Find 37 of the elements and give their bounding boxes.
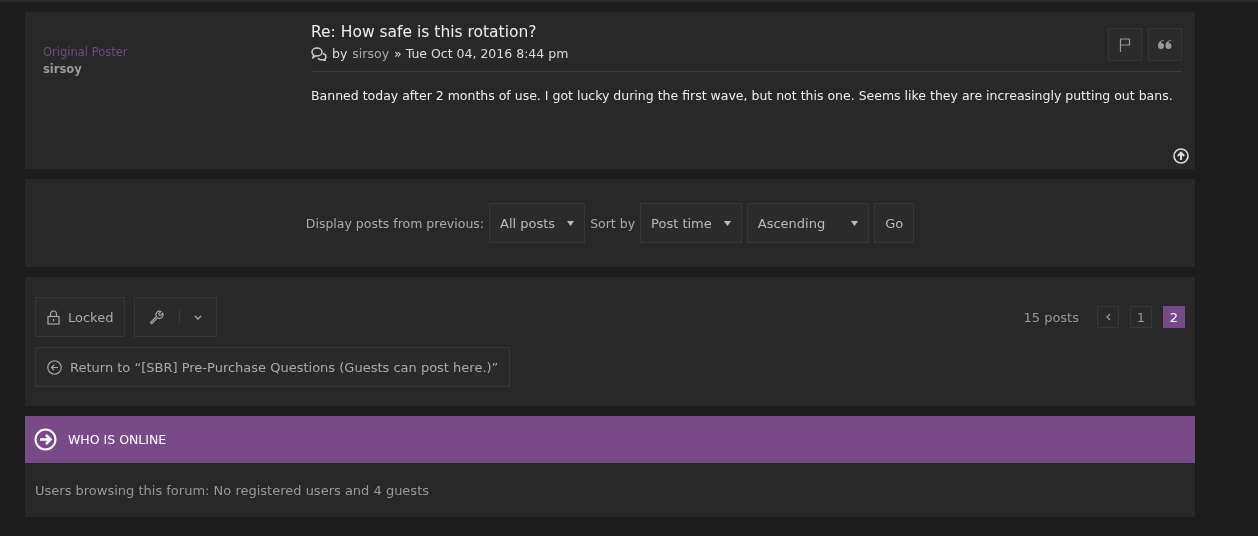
section-title: WHO IS ONLINE (68, 432, 167, 447)
speech-bubbles-icon (311, 46, 327, 61)
post-date: » Tue Oct 04, 2016 8:44 pm (394, 46, 569, 61)
go-button[interactable]: Go (874, 203, 915, 243)
post-title[interactable]: Re: How safe is this rotation? (311, 23, 569, 41)
wrench-icon (149, 309, 166, 325)
page-button[interactable]: 2 (1163, 306, 1185, 328)
sort-key-dropdown[interactable]: Post time (640, 203, 742, 243)
online-users-text: Users browsing this forum: No registered users and 4 guests (34, 482, 430, 500)
post-count: 15 posts (1023, 309, 1079, 325)
padlock-icon (47, 309, 60, 325)
chevron-left-icon (1105, 313, 1111, 321)
caret-icon (567, 220, 575, 226)
caret-icon (851, 220, 859, 226)
days-dropdown[interactable]: All posts (489, 203, 586, 243)
sort-order-dropdown[interactable]: Ascending (746, 203, 870, 243)
byline-prefix: by (332, 46, 348, 61)
post-body: Banned today after 2 months of use. I got lucky during the first wave, but not this one. Seems like they are increasingly putting out bans. (311, 88, 1174, 103)
flag-icon (1119, 37, 1131, 52)
author-link[interactable]: sirsoy (352, 46, 390, 61)
quote-icon (1158, 39, 1172, 50)
page-button[interactable]: 1 (1130, 306, 1152, 328)
caret-icon (723, 220, 731, 226)
quote-button[interactable] (1148, 28, 1182, 61)
return-link-button[interactable]: Return to “[SBR] Pre-Purchase Questions (Guests can post here.)” (35, 347, 511, 387)
display-label: Display posts from previous: (305, 215, 485, 231)
previous-page-button[interactable] (1097, 306, 1119, 328)
back-to-top-icon[interactable] (1173, 148, 1189, 164)
user-rank: Original Poster (43, 45, 129, 59)
back-arrow-circle-icon (47, 359, 62, 375)
tools-dropdown[interactable] (134, 297, 218, 337)
username: sirsoy (43, 62, 83, 76)
locked-button[interactable]: Locked (35, 297, 126, 337)
sort-label: Sort by (590, 215, 636, 231)
chevron-down-icon (194, 314, 203, 320)
report-button[interactable] (1108, 28, 1142, 61)
arrow-circle-icon (34, 428, 57, 451)
